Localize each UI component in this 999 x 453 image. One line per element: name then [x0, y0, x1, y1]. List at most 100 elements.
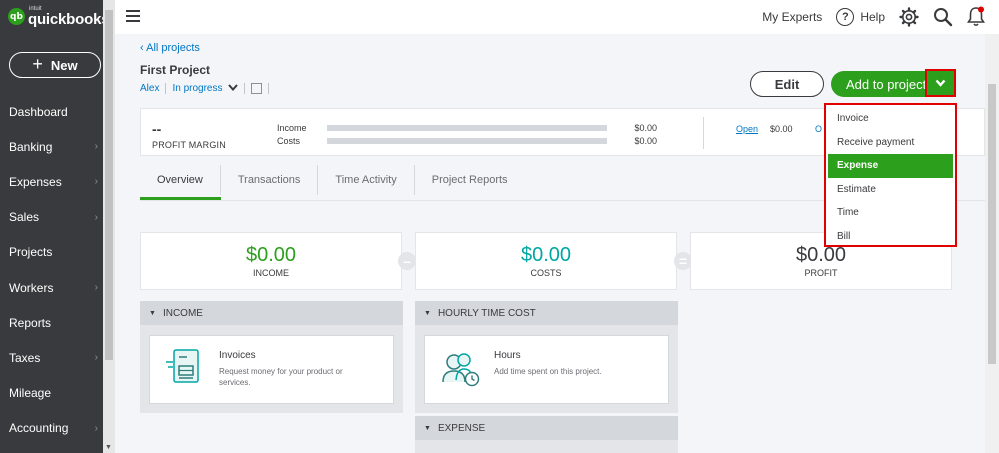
tab-transactions[interactable]: Transactions	[221, 165, 319, 195]
top-bar: My Experts ? Help	[115, 0, 999, 34]
chevron-right-icon: ›	[94, 211, 98, 223]
status-dropdown[interactable]: In progress	[172, 83, 222, 94]
chevron-right-icon: ›	[94, 422, 98, 434]
add-to-project-dropdown-toggle[interactable]	[925, 69, 956, 97]
scroll-down-arrow-icon[interactable]: ▼	[105, 444, 112, 451]
hourly-time-cost-section: ▼ HOURLY TIME COST Hours Add time spent …	[415, 301, 678, 413]
costs-total-value: $0.00	[520, 244, 572, 266]
sidebar-item-label: Reports	[9, 315, 52, 330]
hourly-section-header[interactable]: ▼ HOURLY TIME COST	[415, 301, 678, 325]
sidebar-item-workers[interactable]: Workers ›	[0, 270, 103, 305]
sidebar-item-label: Dashboard	[9, 104, 68, 119]
notification-bell-icon[interactable]	[967, 6, 985, 28]
menu-item-estimate[interactable]: Estimate	[828, 178, 953, 202]
menu-item-invoice[interactable]: Invoice	[828, 107, 953, 131]
income-section-header[interactable]: ▼ INCOME	[140, 301, 403, 325]
help-button[interactable]: ? Help	[836, 8, 885, 26]
profit-margin-value: --	[152, 121, 162, 137]
sidebar-scroll-thumb[interactable]	[105, 10, 113, 360]
overdue-link[interactable]: O	[815, 124, 822, 134]
profit-margin-label: PROFIT MARGIN	[152, 140, 226, 150]
invoices-tile-title: Invoices	[219, 350, 256, 361]
sidebar-item-projects[interactable]: Projects	[0, 235, 103, 270]
main-scroll-thumb[interactable]	[988, 84, 996, 364]
all-projects-link[interactable]: ‹ All projects	[140, 42, 200, 54]
hours-tile-desc: Add time spent on this project.	[494, 367, 602, 376]
sidebar-item-label: Expenses	[9, 174, 62, 189]
income-section: ▼ INCOME Invoices Request money for your…	[140, 301, 403, 413]
invoices-tile[interactable]: Invoices Request money for your product …	[149, 335, 394, 404]
new-button-label: New	[50, 57, 78, 73]
sidebar: qb intuit quickbooks + New Dashboard Bank…	[0, 0, 115, 453]
note-icon[interactable]	[251, 83, 263, 94]
tab-time-activity[interactable]: Time Activity	[318, 165, 415, 195]
sidebar-item-banking[interactable]: Banking ›	[0, 129, 103, 164]
open-link[interactable]: Open	[736, 124, 758, 134]
main-scrollbar[interactable]	[985, 34, 999, 453]
sidebar-item-taxes[interactable]: Taxes ›	[0, 340, 103, 375]
income-total-card: $0.00 INCOME	[140, 232, 402, 290]
sidebar-item-accounting[interactable]: Accounting ›	[0, 411, 103, 446]
income-total-value: $0.00	[245, 244, 297, 266]
active-tab-indicator	[140, 197, 221, 200]
sidebar-item-dashboard[interactable]: Dashboard	[0, 94, 103, 129]
income-bar-row: Income $0.00	[277, 123, 657, 133]
expense-section-header[interactable]: ▼ EXPENSE	[415, 416, 678, 440]
sidebar-item-expenses[interactable]: Expenses ›	[0, 164, 103, 199]
costs-total-label: COSTS	[530, 268, 562, 278]
sidebar-item-reports[interactable]: Reports	[0, 305, 103, 340]
menu-item-expense[interactable]: Expense	[828, 154, 953, 178]
menu-item-time[interactable]: Time	[828, 201, 953, 225]
quickbooks-logo[interactable]: qb intuit quickbooks	[8, 6, 110, 27]
help-label: Help	[860, 10, 885, 24]
sidebar-item-label: Workers	[9, 280, 54, 295]
help-icon: ?	[836, 8, 855, 26]
gear-icon[interactable]	[899, 7, 919, 27]
collapse-triangle-icon: ▼	[424, 424, 431, 432]
costs-total-card: $0.00 COSTS	[415, 232, 677, 290]
project-meta: Alex In progress	[140, 83, 270, 94]
sidebar-item-label: Sales	[9, 210, 40, 225]
tab-overview[interactable]: Overview	[140, 165, 221, 195]
chevron-down-icon[interactable]	[228, 83, 239, 94]
customer-link[interactable]: Alex	[140, 83, 159, 94]
costs-bar-row: Costs $0.00	[277, 136, 657, 146]
sidebar-scrollbar[interactable]: ▼	[103, 0, 115, 453]
menu-item-bill[interactable]: Bill	[828, 225, 953, 249]
invoice-icon	[166, 349, 199, 383]
sidebar-item-label: Mileage	[9, 386, 52, 401]
sidebar-item-sales[interactable]: Sales ›	[0, 200, 103, 235]
sidebar-item-label: Projects	[9, 245, 53, 260]
income-total-label: INCOME	[253, 268, 289, 278]
edit-button[interactable]: Edit	[750, 71, 824, 97]
project-title: First Project	[140, 63, 211, 77]
menu-icon[interactable]	[126, 10, 140, 22]
sidebar-nav: Dashboard Banking › Expenses › Sales › Projects…	[0, 94, 103, 446]
summary-divider	[703, 117, 704, 149]
sidebar-item-label: Accounting	[9, 421, 69, 436]
profit-total-label: PROFIT	[804, 268, 838, 278]
new-button[interactable]: + New	[9, 52, 101, 78]
chevron-right-icon: ›	[94, 176, 98, 188]
menu-item-receive-payment[interactable]: Receive payment	[828, 131, 953, 155]
hours-tile-title: Hours	[494, 350, 521, 361]
chevron-right-icon: ›	[94, 352, 98, 364]
project-tabs: Overview Transactions Time Activity Project…	[140, 165, 660, 201]
hours-tile[interactable]: Hours Add time spent on this project.	[424, 335, 669, 404]
sidebar-item-label: Banking	[9, 139, 53, 154]
minus-icon: –	[398, 252, 416, 270]
sidebar-item-label: Taxes	[9, 350, 41, 365]
search-icon[interactable]	[933, 7, 953, 27]
collapse-triangle-icon: ▼	[149, 309, 156, 317]
collapse-triangle-icon: ▼	[424, 309, 431, 317]
invoices-tile-desc: Request money for your product or servic…	[219, 367, 343, 387]
sidebar-item-mileage[interactable]: Mileage	[0, 376, 103, 411]
qb-logo-icon: qb	[8, 8, 25, 25]
chevron-right-icon: ›	[94, 141, 98, 153]
my-experts-link[interactable]: My Experts	[762, 10, 822, 24]
open-amount: $0.00	[770, 124, 793, 134]
tab-project-reports[interactable]: Project Reports	[415, 165, 525, 195]
add-to-project-menu: Invoice Receive payment Expense Estimate Tim…	[824, 103, 957, 247]
income-bar	[327, 125, 607, 131]
plus-icon: +	[32, 54, 43, 74]
